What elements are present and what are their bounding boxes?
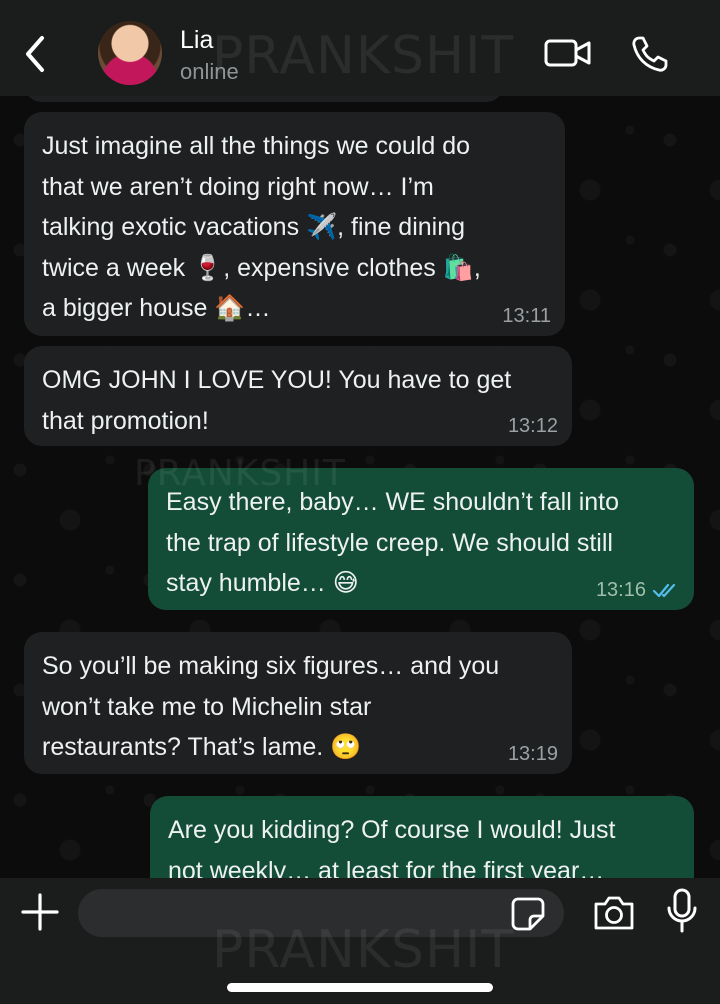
camera-icon[interactable] [592,894,636,932]
message-text-line: twice a week 🍷, expensive clothes 🛍️, [42,253,481,282]
message-time: 13:16 [596,578,680,602]
message-text-line: Are you kidding? Of course I would! Just [168,816,616,844]
message-text-line: Easy there, baby… WE shouldn’t fall into [166,488,620,516]
phone-icon[interactable] [630,34,670,74]
message-text-line: a bigger house 🏠… [42,294,271,322]
message-input[interactable] [78,889,564,937]
message-text-line: restaurants? That’s lame. 🙄 [42,733,362,761]
message-text-line: not weekly… at least for the first year… [168,856,605,879]
microphone-icon[interactable] [664,888,700,934]
video-camera-icon[interactable] [544,36,592,70]
message-bubble-incoming[interactable]: So you’ll be making six figures… and you… [24,632,572,774]
message-text-line: OMG JOHN I LOVE YOU! You have to get [42,366,512,394]
message-time: 13:19 [507,743,558,765]
message-bubble-outgoing[interactable]: Are you kidding? Of course I would! Just… [150,796,694,878]
message-time: 13:12 [507,415,558,437]
plus-icon[interactable] [20,892,60,932]
message-text-line: So you’ll be making six figures… and you [42,652,500,680]
message-text-line: Just imagine all the things we could do [42,132,471,160]
read-ticks-icon [652,583,676,598]
watermark: PRANKSHIT [212,26,515,86]
message-bubble-partial [24,96,504,102]
message-bubble-outgoing[interactable]: Easy there, baby… WE shouldn’t fall into… [134,453,694,610]
message-text-line: talking exotic vacations ✈️, fine dining [42,213,466,241]
contact-name[interactable]: Lia [180,26,213,55]
home-indicator[interactable] [227,983,493,992]
message-text-line: that promotion! [42,406,209,435]
sticker-icon[interactable] [510,896,546,932]
message-time: 13:11 [502,305,551,327]
message-text-line: the trap of lifestyle creep. We should s… [166,528,613,557]
message-text-line: that we aren’t doing right now… I’m [42,172,434,201]
message-bubble-incoming[interactable]: Just imagine all the things we could do … [24,112,565,336]
contact-status: online [180,59,239,84]
avatar[interactable] [98,21,162,85]
message-text-line: won’t take me to Michelin star [42,692,372,721]
message-bubble-incoming[interactable]: OMG JOHN I LOVE YOU! You have to get tha… [24,346,572,446]
message-list[interactable]: Just imagine all the things we could do … [0,96,720,878]
chat-header: Lia online PRANKSHIT [0,0,720,96]
chevron-left-icon[interactable] [20,34,50,74]
